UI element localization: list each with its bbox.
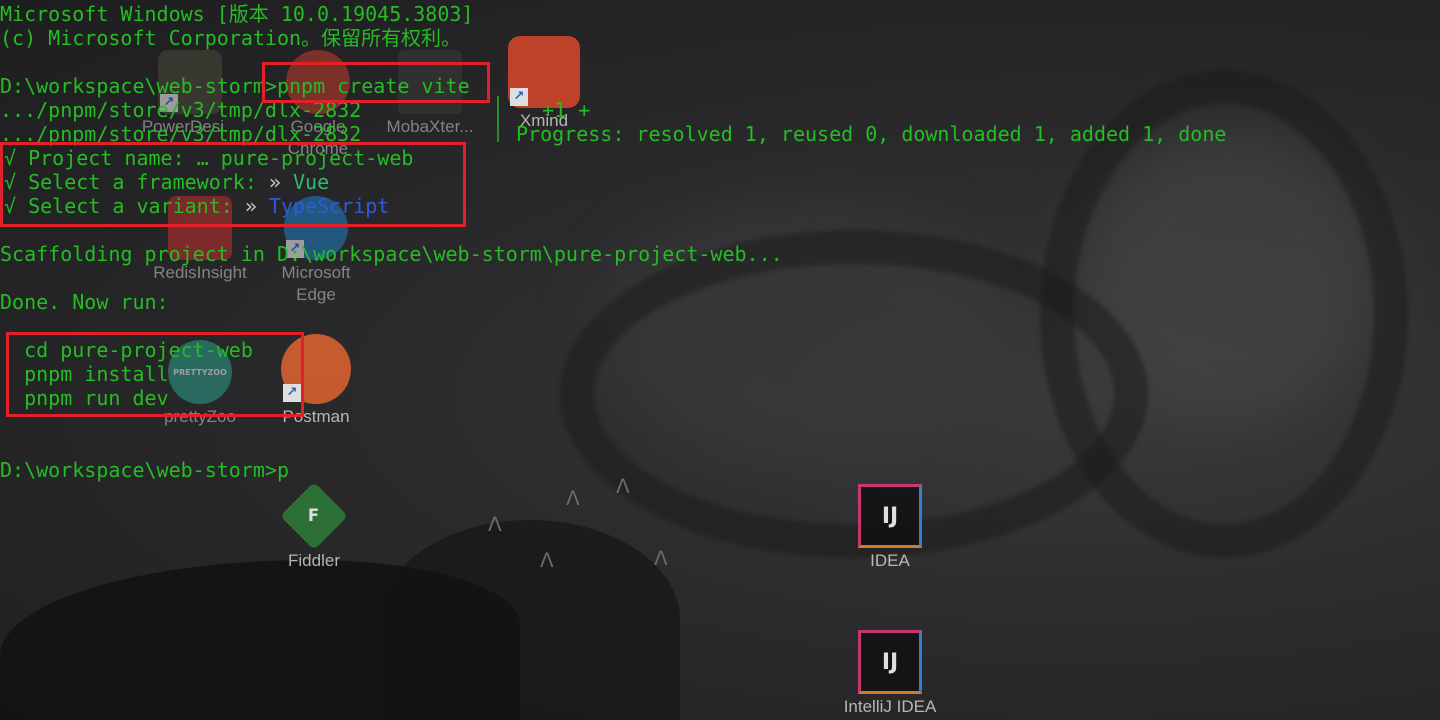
highlight-box-prompts [0, 142, 466, 227]
progress-separator [497, 96, 499, 142]
terminal-line: Scaffolding project in D:\workspace\web-… [0, 242, 783, 266]
progress-delta: +1 + [518, 98, 591, 122]
prompt-path: D:\workspace\web-storm> [0, 74, 277, 98]
terminal-line: Done. Now run: [0, 290, 169, 314]
highlight-box-next-steps [6, 332, 304, 417]
command-prompt-window[interactable]: Microsoft Windows [版本 10.0.19045.3803] (… [0, 0, 1440, 720]
highlight-box-command [262, 62, 490, 103]
terminal-line: (c) Microsoft Corporation。保留所有权利。 [0, 26, 462, 50]
progress-text: Progress: resolved 1, reused 0, download… [516, 122, 1227, 146]
terminal-line: Microsoft Windows [版本 10.0.19045.3803] [0, 2, 474, 26]
terminal-input-line[interactable]: D:\workspace\web-storm>p [0, 458, 289, 482]
